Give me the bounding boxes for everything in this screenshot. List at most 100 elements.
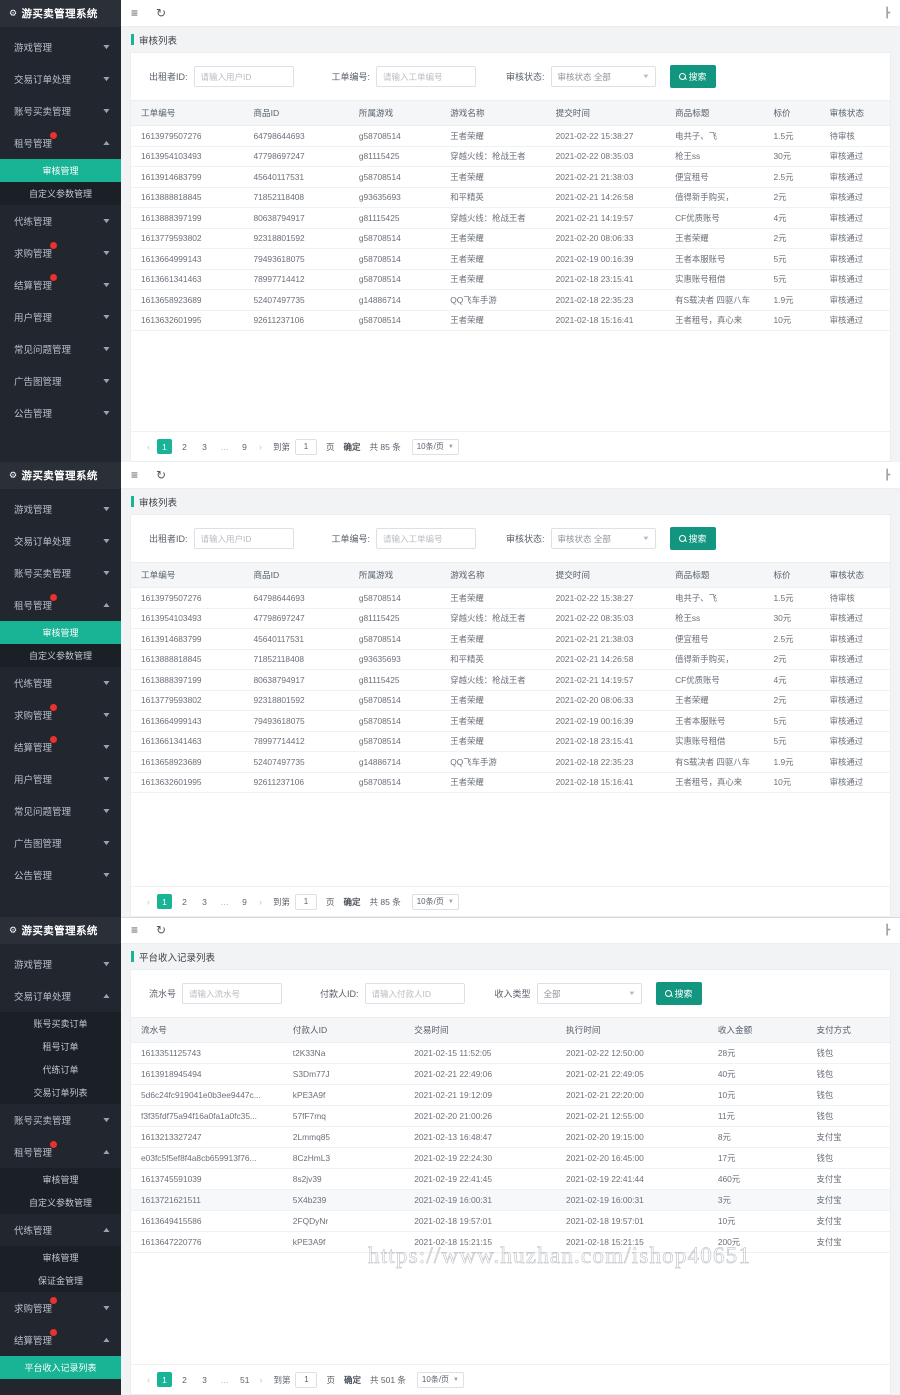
sidebar-item-3[interactable]: 租号管理 ▲: [0, 127, 121, 159]
expand-icon[interactable]: ┣: [884, 925, 890, 936]
table-row[interactable]: 1613647220776 kPE3A9f 2021-02-18 15:21:15 2…: [131, 1231, 890, 1253]
prev-page-button[interactable]: ‹: [145, 442, 152, 452]
table-row[interactable]: 1613649415586 2FQDyNr 2021-02-18 19:57:01 2…: [131, 1210, 890, 1232]
sidebar-item-0[interactable]: 游戏管理 ▼: [0, 493, 121, 525]
status-select[interactable]: 审核状态 全部 ▼: [550, 528, 656, 549]
page-number[interactable]: 2: [177, 439, 192, 454]
sidebar-item-10[interactable]: 常见问题管理 ▼: [0, 333, 121, 365]
next-page-button[interactable]: ›: [257, 897, 264, 907]
table-row[interactable]: 1613658923689 52407497735 g14886714 QQ飞车手游 2…: [131, 751, 890, 773]
sidebar-item-2[interactable]: 账号买卖管理 ▼: [0, 95, 121, 127]
page-number[interactable]: 51: [237, 1372, 252, 1387]
page-number[interactable]: 3: [197, 439, 212, 454]
page-number[interactable]: 3: [197, 1372, 212, 1387]
page-number[interactable]: 3: [197, 894, 212, 909]
page-size-select[interactable]: 10条/页 ▼: [416, 1371, 464, 1388]
expand-icon[interactable]: ┣: [884, 470, 890, 481]
search-button[interactable]: 搜索: [655, 982, 702, 1005]
page-size-select[interactable]: 10条/页 ▼: [411, 893, 459, 910]
confirm-page-button[interactable]: 确定: [344, 896, 361, 908]
sidebar-item-12[interactable]: 公告管理 ▼: [0, 859, 121, 891]
sidebar-item-13[interactable]: 求购管理 ▼: [0, 1292, 121, 1324]
page-number[interactable]: …: [217, 894, 232, 909]
table-row[interactable]: 1613954103493 47798697247 g81115425 穿越火线：枪战…: [131, 608, 890, 629]
table-row[interactable]: 1613888397199 80638794917 g81115425 穿越火线：枪战…: [131, 207, 890, 229]
sidebar-item-6[interactable]: 账号买卖管理 ▼: [0, 1104, 121, 1136]
goto-page-input[interactable]: 1: [295, 893, 318, 910]
table-row[interactable]: 1613664999143 79493618075 g58708514 王者荣耀 202…: [131, 710, 890, 732]
user-id-input[interactable]: 请输入用户ID: [193, 66, 294, 87]
sidebar-item-6[interactable]: 代练管理 ▼: [0, 667, 121, 699]
sidebar-item-9[interactable]: 用户管理 ▼: [0, 763, 121, 795]
page-number[interactable]: 1: [157, 1372, 172, 1387]
table-row[interactable]: 1613888818845 71852118408 g93635693 和平精英 202…: [131, 187, 890, 208]
sidebar-subitem-12[interactable]: 保证金管理: [0, 1269, 121, 1292]
sidebar-subitem-5[interactable]: 自定义参数管理: [0, 644, 121, 667]
sidebar-item-8[interactable]: 结算管理 ▼: [0, 269, 121, 301]
page-number[interactable]: 1: [157, 439, 172, 454]
sidebar-subitem-8[interactable]: 审核管理: [0, 1168, 121, 1191]
confirm-page-button[interactable]: 确定: [344, 1374, 361, 1386]
sidebar-subitem-5[interactable]: 自定义参数管理: [0, 182, 121, 205]
sidebar-subitem-11[interactable]: 审核管理: [0, 1246, 121, 1269]
sidebar-subitem-5[interactable]: 交易订单列表: [0, 1081, 121, 1104]
income-type-select[interactable]: 全部 ▼: [536, 983, 642, 1004]
table-row[interactable]: 1613721621511 5X4b239 2021-02-19 16:00:31 2…: [131, 1189, 890, 1211]
table-row[interactable]: e03fc5f5ef8f4a8cb659913f76... 8CzHmL3 2021…: [131, 1147, 890, 1169]
sidebar-item-7[interactable]: 租号管理 ▲: [0, 1136, 121, 1168]
confirm-page-button[interactable]: 确定: [344, 441, 361, 453]
hamburger-icon[interactable]: ≡: [131, 469, 138, 481]
sidebar-subitem-4[interactable]: 审核管理: [0, 159, 121, 182]
table-row[interactable]: 5d6c24fc919041e0b3ee9447c... kPE3A9f 2021-…: [131, 1084, 890, 1106]
table-row[interactable]: 1613661341463 78997714412 g58708514 王者荣耀 202…: [131, 269, 890, 290]
refresh-icon[interactable]: ↻: [156, 469, 166, 481]
sidebar-item-7[interactable]: 求购管理 ▼: [0, 699, 121, 731]
sidebar-item-0[interactable]: 游戏管理 ▼: [0, 948, 121, 980]
page-number[interactable]: 1: [157, 894, 172, 909]
table-row[interactable]: 1613914683799 45640117531 g58708514 王者荣耀 202…: [131, 166, 890, 188]
sidebar-item-7[interactable]: 求购管理 ▼: [0, 237, 121, 269]
table-row[interactable]: 1613213327247 2Lmmq85 2021-02-13 16:48:47 2…: [131, 1126, 890, 1148]
table-row[interactable]: 1613779593802 92318801592 g58708514 王者荣耀 202…: [131, 690, 890, 711]
table-row[interactable]: 1613979507276 64798644693 g58708514 王者荣耀 202…: [131, 125, 890, 147]
sidebar-item-12[interactable]: 公告管理 ▼: [0, 397, 121, 429]
table-row[interactable]: 1613745591039 8s2jv39 2021-02-19 22:41:45 2…: [131, 1168, 890, 1190]
order-no-input[interactable]: 请输入工单编号: [376, 66, 477, 87]
goto-page-input[interactable]: 1: [295, 1371, 318, 1388]
refresh-icon[interactable]: ↻: [156, 924, 166, 936]
table-row[interactable]: 1613779593802 92318801592 g58708514 王者荣耀 202…: [131, 228, 890, 249]
table-row[interactable]: 1613918945494 S3Dm77J 2021-02-21 22:49:06 2…: [131, 1063, 890, 1085]
sidebar-item-11[interactable]: 广告图管理 ▼: [0, 365, 121, 397]
sidebar-item-9[interactable]: 用户管理 ▼: [0, 301, 121, 333]
table-row[interactable]: 1613632601995 92611237106 g58708514 王者荣耀 202…: [131, 310, 890, 331]
sidebar-item-6[interactable]: 代练管理 ▼: [0, 205, 121, 237]
sidebar-subitem-9[interactable]: 自定义参数管理: [0, 1191, 121, 1214]
payer-id-input[interactable]: 请输入付款人ID: [364, 983, 465, 1004]
table-row[interactable]: 1613664999143 79493618075 g58708514 王者荣耀 202…: [131, 248, 890, 270]
next-page-button[interactable]: ›: [257, 1375, 264, 1385]
sidebar-item-1[interactable]: 交易订单处理 ▲: [0, 980, 121, 1012]
table-row[interactable]: 1613661341463 78997714412 g58708514 王者荣耀 202…: [131, 731, 890, 752]
hamburger-icon[interactable]: ≡: [131, 7, 138, 19]
sidebar-item-2[interactable]: 账号买卖管理 ▼: [0, 557, 121, 589]
sidebar-item-3[interactable]: 租号管理 ▲: [0, 589, 121, 621]
page-number[interactable]: 9: [237, 894, 252, 909]
prev-page-button[interactable]: ‹: [145, 1375, 152, 1385]
sidebar-subitem-4[interactable]: 审核管理: [0, 621, 121, 644]
sidebar-item-0[interactable]: 游戏管理 ▼: [0, 31, 121, 63]
table-row[interactable]: 1613351125743 t2K33Na 2021-02-15 11:52:05 2…: [131, 1042, 890, 1064]
hamburger-icon[interactable]: ≡: [131, 924, 138, 936]
prev-page-button[interactable]: ‹: [145, 897, 152, 907]
sidebar-subitem-4[interactable]: 代练订单: [0, 1058, 121, 1081]
page-number[interactable]: 2: [177, 894, 192, 909]
order-no-input[interactable]: 请输入工单编号: [376, 528, 477, 549]
table-row[interactable]: 1613888397199 80638794917 g81115425 穿越火线：枪战…: [131, 669, 890, 691]
page-number[interactable]: 9: [237, 439, 252, 454]
sidebar-item-8[interactable]: 结算管理 ▼: [0, 731, 121, 763]
page-size-select[interactable]: 10条/页 ▼: [411, 438, 459, 455]
expand-icon[interactable]: ┣: [884, 8, 890, 19]
table-row[interactable]: 1613954103493 47798697247 g81115425 穿越火线：枪战…: [131, 146, 890, 167]
page-number[interactable]: 2: [177, 1372, 192, 1387]
sidebar-item-10[interactable]: 常见问题管理 ▼: [0, 795, 121, 827]
table-row[interactable]: 1613632601995 92611237106 g58708514 王者荣耀 202…: [131, 772, 890, 793]
